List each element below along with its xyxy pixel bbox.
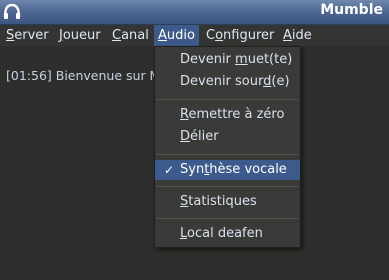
menu-joueur[interactable]: Joueur [55, 25, 105, 46]
menu-bar: Server Joueur Canal Audio Configurer Aid… [0, 25, 389, 46]
menu-item-text-to-speech[interactable]: ✓ Synthèse vocale [155, 160, 300, 180]
menu-audio[interactable]: Audio [154, 25, 199, 46]
menu-item-label: Local deafen [180, 226, 263, 241]
menu-configurer[interactable]: Configurer [202, 25, 278, 46]
window-title: Mumble [320, 2, 383, 18]
menu-item-label: Devenir muet(te) [180, 52, 293, 67]
menu-separator [157, 218, 298, 219]
audio-menu-dropdown: Devenir muet(te) Devenir sourd(e) Remett… [154, 46, 301, 248]
menu-item-mute[interactable]: Devenir muet(te) [155, 50, 300, 70]
menu-separator [157, 99, 298, 100]
menu-item-label: Remettre à zéro [180, 107, 285, 122]
menu-server[interactable]: Server [2, 25, 53, 46]
menu-item-label: Statistiques [180, 194, 257, 209]
mumble-logo-icon [3, 3, 21, 19]
menu-item-unlink[interactable]: Délier [155, 127, 300, 147]
menu-item-label: Devenir sourd(e) [180, 74, 290, 89]
checkmark-icon: ✓ [164, 163, 175, 177]
menu-item-statistics[interactable]: Statistiques [155, 192, 300, 212]
menu-aide[interactable]: Aide [279, 25, 316, 46]
log-message: [01:56] Bienvenue sur M [6, 68, 161, 83]
menu-canal[interactable]: Canal [108, 25, 153, 46]
menu-separator [157, 154, 298, 155]
menu-separator [157, 186, 298, 187]
title-bar: Mumble [0, 0, 389, 25]
menu-item-reset[interactable]: Remettre à zéro [155, 105, 300, 125]
menu-item-deafen[interactable]: Devenir sourd(e) [155, 72, 300, 92]
menu-item-label: Délier [180, 129, 219, 144]
menu-item-local-deafen[interactable]: Local deafen [155, 224, 300, 244]
menu-item-label: Synthèse vocale [180, 162, 287, 177]
